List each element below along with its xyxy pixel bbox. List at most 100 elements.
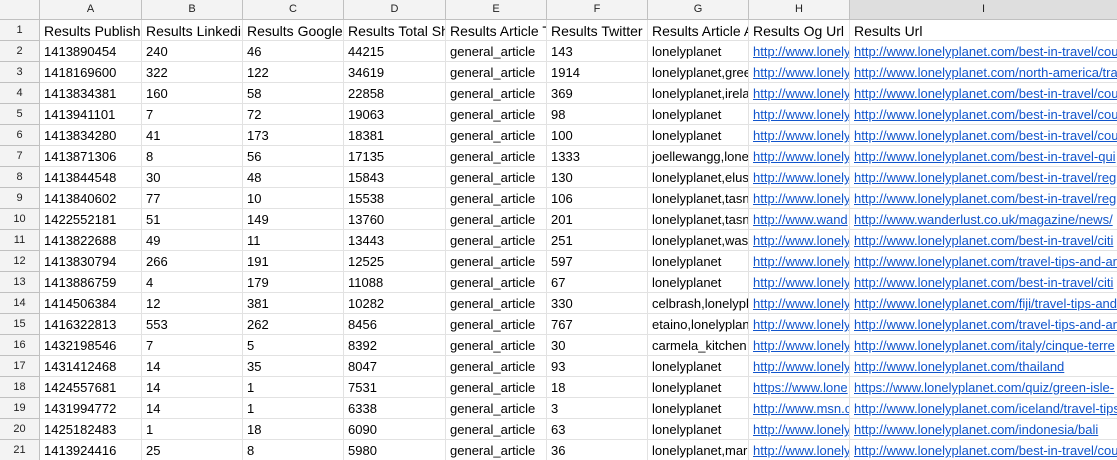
select-all-corner[interactable] [0,0,40,20]
header-cell[interactable]: Results Og Url [749,20,850,41]
table-cell[interactable]: http://www.lonelyplanet.com/thailand [850,356,1117,377]
table-cell[interactable]: 19063 [344,104,446,125]
row-header[interactable]: 7 [0,146,40,167]
table-cell[interactable]: 63 [547,419,648,440]
table-cell[interactable]: etaino,lonelyplan [648,314,749,335]
table-cell[interactable]: http://www.lonelyplanet.com/travel-tips-… [850,314,1117,335]
table-cell[interactable]: 58 [243,83,344,104]
table-cell[interactable]: 51 [142,209,243,230]
header-cell[interactable]: Results Article A [648,20,749,41]
table-cell[interactable]: 381 [243,293,344,314]
row-header[interactable]: 16 [0,335,40,356]
table-cell[interactable]: lonelyplanet,mar [648,440,749,460]
table-cell[interactable]: lonelyplanet [648,41,749,62]
table-cell[interactable]: http://www.lonely [749,335,850,356]
column-header-g[interactable]: G [648,0,749,20]
header-cell[interactable]: Results Publish [40,20,142,41]
row-header[interactable]: 14 [0,293,40,314]
header-cell[interactable]: Results Total Sh [344,20,446,41]
column-header-f[interactable]: F [547,0,648,20]
table-cell[interactable]: 122 [243,62,344,83]
table-cell[interactable]: http://www.lonely [749,419,850,440]
table-cell[interactable]: 553 [142,314,243,335]
table-cell[interactable]: 1432198546 [40,335,142,356]
table-cell[interactable]: 1424557681 [40,377,142,398]
table-cell[interactable]: 1413830794 [40,251,142,272]
table-cell[interactable]: general_article [446,41,547,62]
column-header-e[interactable]: E [446,0,547,20]
table-cell[interactable]: 201 [547,209,648,230]
table-cell[interactable]: 8 [142,146,243,167]
table-cell[interactable]: joellewangg,lone [648,146,749,167]
table-cell[interactable]: 1413822688 [40,230,142,251]
table-cell[interactable]: 34619 [344,62,446,83]
table-cell[interactable]: 30 [142,167,243,188]
table-cell[interactable]: lonelyplanet,tasn [648,188,749,209]
table-cell[interactable]: http://www.lonelyplanet.com/best-in-trav… [850,104,1117,125]
table-cell[interactable]: general_article [446,167,547,188]
table-cell[interactable]: 46 [243,41,344,62]
row-header[interactable]: 11 [0,230,40,251]
table-cell[interactable]: lonelyplanet,elus [648,167,749,188]
table-cell[interactable]: http://www.lonelyplanet.com/iceland/trav… [850,398,1117,419]
table-cell[interactable]: 18 [547,377,648,398]
header-cell[interactable]: Results Google P [243,20,344,41]
table-cell[interactable]: 266 [142,251,243,272]
table-cell[interactable]: 13760 [344,209,446,230]
table-cell[interactable]: http://www.lonelyplanet.com/best-in-trav… [850,146,1117,167]
table-cell[interactable]: lonelyplanet,irela [648,83,749,104]
table-cell[interactable]: 22858 [344,83,446,104]
table-cell[interactable]: 49 [142,230,243,251]
table-cell[interactable]: http://www.lonelyplanet.com/travel-tips-… [850,251,1117,272]
table-cell[interactable]: http://www.lonelyplanet.com/best-in-trav… [850,440,1117,460]
table-cell[interactable]: http://www.lonely [749,230,850,251]
table-cell[interactable]: http://www.lonely [749,104,850,125]
table-cell[interactable]: 12525 [344,251,446,272]
table-cell[interactable]: 1914 [547,62,648,83]
row-header[interactable]: 5 [0,104,40,125]
row-header[interactable]: 20 [0,419,40,440]
table-cell[interactable]: lonelyplanet [648,398,749,419]
row-header[interactable]: 9 [0,188,40,209]
table-cell[interactable]: 93 [547,356,648,377]
table-cell[interactable]: 330 [547,293,648,314]
row-header[interactable]: 6 [0,125,40,146]
table-cell[interactable]: http://www.lonelyplanet.com/fiji/travel-… [850,293,1117,314]
row-header[interactable]: 8 [0,167,40,188]
table-cell[interactable]: general_article [446,125,547,146]
table-cell[interactable]: carmela_kitchen [648,335,749,356]
table-cell[interactable]: general_article [446,188,547,209]
table-cell[interactable]: 1413886759 [40,272,142,293]
table-cell[interactable]: 7 [142,335,243,356]
row-header[interactable]: 12 [0,251,40,272]
table-cell[interactable]: general_article [446,356,547,377]
row-header[interactable]: 10 [0,209,40,230]
table-cell[interactable]: http://www.wand [749,209,850,230]
table-cell[interactable]: 1413834381 [40,83,142,104]
row-header[interactable]: 19 [0,398,40,419]
table-cell[interactable]: 18 [243,419,344,440]
table-cell[interactable]: http://www.lonely [749,440,850,460]
column-header-b[interactable]: B [142,0,243,20]
table-cell[interactable]: 36 [547,440,648,460]
row-header[interactable]: 15 [0,314,40,335]
table-cell[interactable]: 262 [243,314,344,335]
table-cell[interactable]: general_article [446,272,547,293]
table-cell[interactable]: celbrash,lonelypl [648,293,749,314]
table-cell[interactable]: general_article [446,314,547,335]
table-cell[interactable]: 369 [547,83,648,104]
table-cell[interactable]: 4 [142,272,243,293]
table-cell[interactable]: http://www.msn.c [749,398,850,419]
table-cell[interactable]: http://www.lonelyplanet.com/best-in-trav… [850,83,1117,104]
table-cell[interactable]: 8047 [344,356,446,377]
table-cell[interactable]: 1 [243,398,344,419]
table-cell[interactable]: http://www.lonelyplanet.com/best-in-trav… [850,167,1117,188]
table-cell[interactable]: http://www.wanderlust.co.uk/magazine/new… [850,209,1117,230]
table-cell[interactable]: 67 [547,272,648,293]
row-header[interactable]: 1 [0,20,40,41]
table-cell[interactable]: lonelyplanet,was [648,230,749,251]
table-cell[interactable]: 15843 [344,167,446,188]
table-cell[interactable]: 5 [243,335,344,356]
table-cell[interactable]: http://www.lonely [749,188,850,209]
table-cell[interactable]: 7531 [344,377,446,398]
